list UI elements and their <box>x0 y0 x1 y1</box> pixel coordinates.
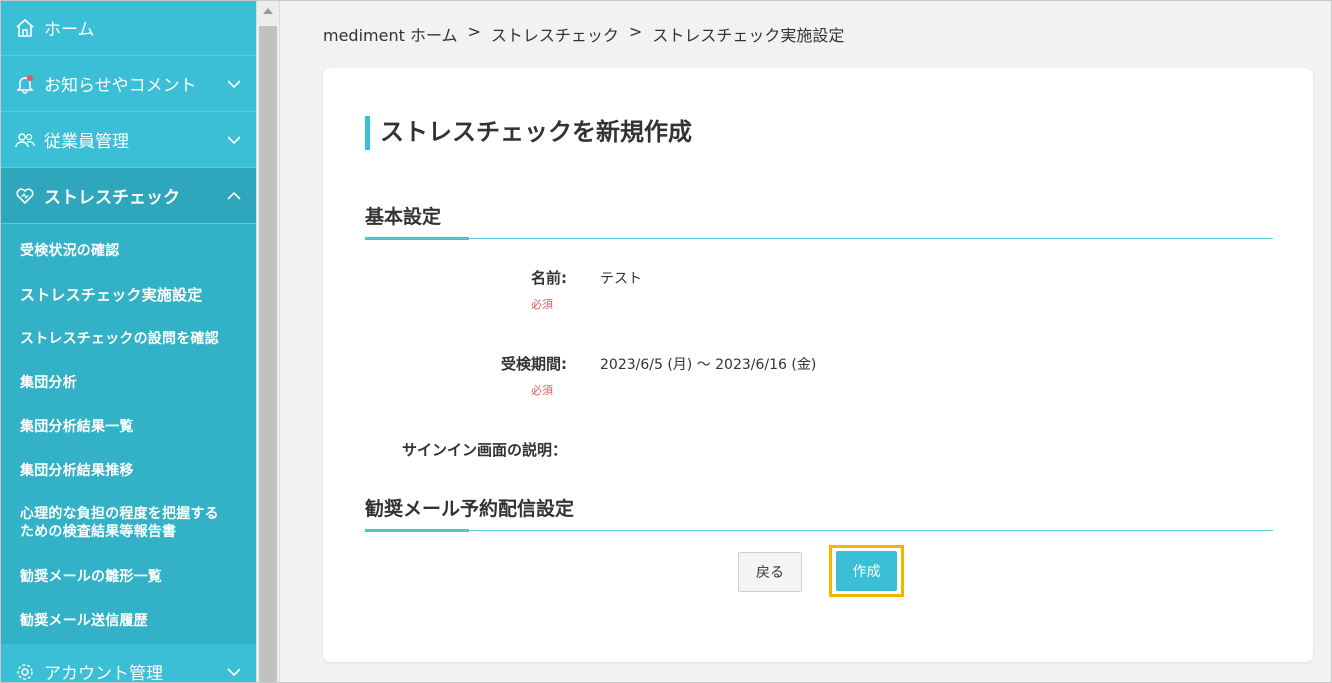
nav-home-label: ホーム <box>44 20 95 40</box>
breadcrumb-current: ストレスチェック実施設定 <box>652 26 845 45</box>
sidebar-item-exam-status[interactable]: 受検状況の確認 <box>0 228 256 272</box>
create-button[interactable]: 作成 <box>836 551 897 591</box>
main-content: mediment ホーム > ストレスチェック > ストレスチェック実施設定 ス… <box>280 0 1332 683</box>
nav-employees-label: 従業員管理 <box>44 132 129 152</box>
create-form-card: ストレスチェックを新規作成 基本設定 名前: 必須 テスト 受検期間: 必須 2… <box>323 68 1313 662</box>
nav-account[interactable]: アカウント管理 <box>0 644 256 683</box>
chevron-down-icon <box>226 664 242 680</box>
scroll-up-arrow-icon[interactable] <box>263 8 273 14</box>
breadcrumb-separator: > <box>467 22 481 41</box>
nav-home[interactable]: ホーム <box>0 0 256 56</box>
gear-icon <box>14 661 36 683</box>
sidebar-item-report-line1: 心理的な負担の程度を把握する <box>20 506 219 522</box>
breadcrumb-home[interactable]: mediment ホーム <box>323 22 457 46</box>
sidebar-item-questions[interactable]: ストレスチェックの設問を確認 <box>0 316 256 360</box>
home-icon <box>14 17 36 39</box>
heart-icon <box>14 185 36 207</box>
name-required-badge: 必須 <box>531 298 553 311</box>
sidebar-scrollbar[interactable] <box>256 0 280 683</box>
breadcrumb-separator: > <box>628 22 643 41</box>
period-value: 2023/6/5 (月) 〜 2023/6/16 (金) <box>600 357 817 373</box>
users-icon <box>14 129 36 151</box>
scroll-thumb[interactable] <box>259 26 277 683</box>
page-title: ストレスチェックを新規作成 <box>365 116 692 150</box>
sidebar: ホーム お知らせやコメント 従業員管理 ストレスチェック 受検状況の確認 ストレ… <box>0 0 256 683</box>
name-label: 名前: <box>531 269 567 287</box>
nav-stress-check[interactable]: ストレスチェック <box>0 168 256 224</box>
sidebar-item-report-line2: ための検査結果等報告書 <box>20 524 177 540</box>
section-basic-settings: 基本設定 <box>365 202 1273 240</box>
name-value: テスト <box>600 271 642 287</box>
period-label: 受検期間: <box>501 355 567 373</box>
signin-description-label: サインイン画面の説明： <box>401 441 567 459</box>
chevron-down-icon <box>226 76 242 92</box>
nav-stress-check-label: ストレスチェック <box>44 188 180 208</box>
nav-employees[interactable]: 従業員管理 <box>0 112 256 168</box>
sidebar-item-group-analysis-list[interactable]: 集団分析結果一覧 <box>0 404 256 448</box>
section-email-schedule: 勧奨メール予約配信設定 <box>365 494 1273 532</box>
back-button[interactable]: 戻る <box>738 552 802 592</box>
sidebar-item-group-analysis-trend[interactable]: 集団分析結果推移 <box>0 448 256 492</box>
chevron-down-icon <box>226 132 242 148</box>
nav-notices-label: お知らせやコメント <box>44 76 197 96</box>
sidebar-item-report[interactable]: 心理的な負担の程度を把握する ための検査結果等報告書 <box>0 492 256 554</box>
breadcrumb: mediment ホーム > ストレスチェック > ストレスチェック実施設定 <box>323 22 844 46</box>
sidebar-item-email-templates[interactable]: 勧奨メールの雛形一覧 <box>0 554 256 598</box>
sidebar-item-group-analysis[interactable]: 集団分析 <box>0 360 256 404</box>
sidebar-item-implementation-settings[interactable]: ストレスチェック実施設定 <box>0 272 256 316</box>
bell-icon <box>14 73 36 95</box>
create-button-highlight: 作成 <box>829 545 904 597</box>
chevron-up-icon <box>226 188 242 204</box>
nav-account-label: アカウント管理 <box>44 664 163 683</box>
breadcrumb-stress-check[interactable]: ストレスチェック <box>491 22 619 46</box>
nav-notices[interactable]: お知らせやコメント <box>0 56 256 112</box>
stress-check-submenu: 受検状況の確認 ストレスチェック実施設定 ストレスチェックの設問を確認 集団分析… <box>0 224 256 644</box>
sidebar-item-email-history[interactable]: 勧奨メール送信履歴 <box>0 598 256 642</box>
period-required-badge: 必須 <box>531 384 553 397</box>
